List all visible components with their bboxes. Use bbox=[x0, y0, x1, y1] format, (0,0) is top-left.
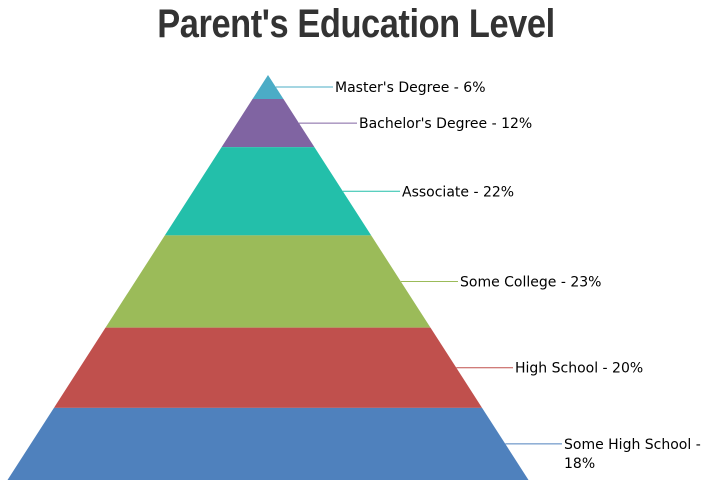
segment-label: Bachelor's Degree - 12% bbox=[359, 116, 532, 132]
segment-label: Some High School - bbox=[564, 437, 701, 453]
segment-label: Associate - 22% bbox=[402, 184, 514, 200]
segment-label: High School - 20% bbox=[515, 361, 643, 377]
segment-label: Some College - 23% bbox=[460, 275, 601, 291]
segment-label: Master's Degree - 6% bbox=[335, 80, 486, 96]
chart-area: Parent's Education Level Master's Degree… bbox=[0, 0, 712, 500]
pyramid-chart: Master's Degree - 6% Bachelor's Degree - … bbox=[7, 75, 701, 480]
pyramid-segment[interactable] bbox=[105, 235, 431, 328]
pyramid-segment[interactable] bbox=[164, 147, 372, 236]
segment-label: 18% bbox=[564, 456, 595, 472]
pyramid-segment[interactable] bbox=[7, 407, 529, 480]
pyramid-segment[interactable] bbox=[53, 327, 483, 408]
